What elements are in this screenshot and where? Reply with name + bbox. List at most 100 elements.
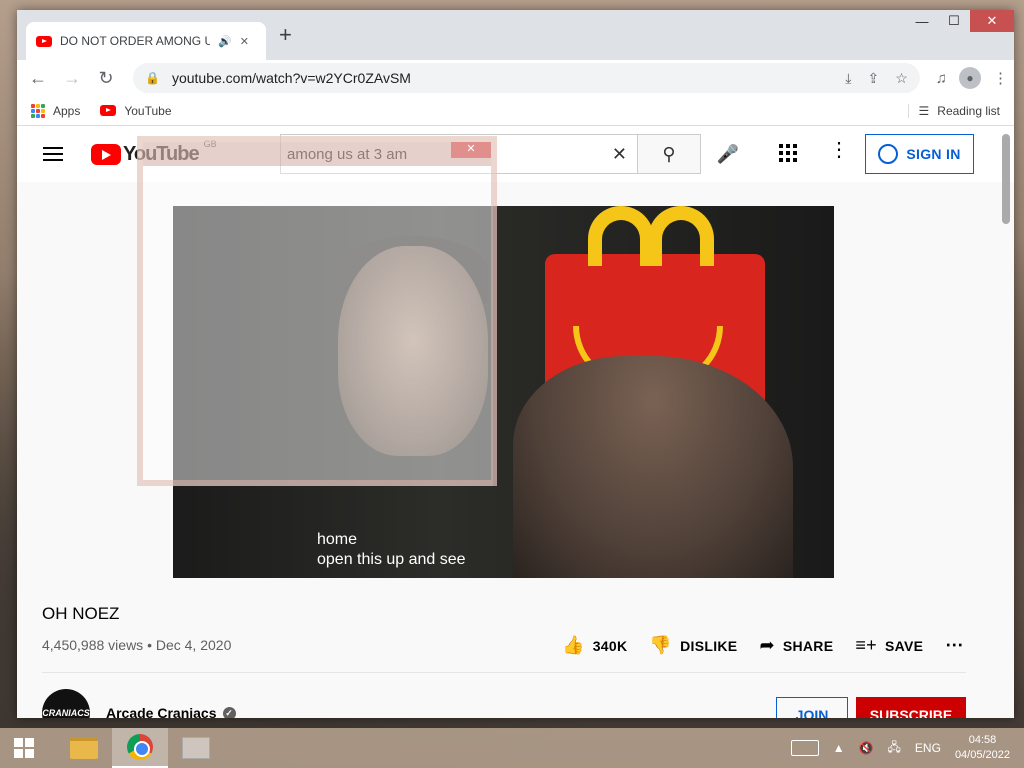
bookmark-youtube-label: YouTube <box>124 103 172 118</box>
thumbs-up-icon: 👍 <box>562 635 585 655</box>
microphone-icon[interactable]: 🎤 <box>710 136 746 172</box>
reading-list-icon: ☰ <box>918 103 930 118</box>
dislike-button[interactable]: 👎 DISLIKE <box>649 635 737 656</box>
url-text[interactable]: youtube.com/watch?v=w2YCr0ZAvSM <box>172 70 411 86</box>
golden-arches-icon <box>588 206 738 266</box>
system-tray: ▲ 🔇 🖧 ENG 04:58 04/05/2022 <box>790 733 1024 763</box>
channel-info: CRANIACS Arcade Craniacs ✓ <box>42 689 236 718</box>
channel-name[interactable]: Arcade Craniacs ✓ <box>106 705 236 718</box>
tab-strip: DO NOT ORDER AMONG US 🔊 ✕ + — ☐ ✕ <box>17 10 1014 60</box>
ghost-app-icon <box>182 737 210 759</box>
ghost-window-titlebar: ✕ <box>143 142 491 166</box>
like-count: 340K <box>592 637 628 654</box>
language-indicator[interactable]: ENG <box>915 741 941 755</box>
bookmark-youtube[interactable]: YouTube <box>100 103 172 118</box>
bookmarks-bar: Apps YouTube ☰ Reading list <box>17 96 1014 126</box>
tab-close-icon[interactable]: ✕ <box>240 35 249 48</box>
section-divider <box>42 672 966 673</box>
apps-grid-icon <box>31 103 45 118</box>
add-to-playlist-icon: ≡+ <box>855 635 877 655</box>
minimize-button[interactable]: — <box>906 10 938 32</box>
settings-menu-icon[interactable]: ⋮ <box>829 140 849 160</box>
youtube-icon <box>100 105 117 116</box>
browser-toolbar: ← → ↻ 🔒 youtube.com/watch?v=w2YCr0ZAvSM … <box>17 60 1014 96</box>
dislike-label: DISLIKE <box>680 637 738 654</box>
search-icon: ⚲ <box>662 143 676 164</box>
clock[interactable]: 04:58 04/05/2022 <box>955 733 1010 763</box>
save-label: SAVE <box>884 637 924 654</box>
address-bar[interactable]: 🔒 youtube.com/watch?v=w2YCr0ZAvSM ⤓ ⇪ ☆ <box>133 63 920 93</box>
profile-avatar-icon[interactable]: ● <box>959 67 981 89</box>
omnibox-actions: ⤓ ⇪ ☆ <box>845 70 908 87</box>
video-meta: 4,450,988 views • Dec 4, 2020 <box>42 637 232 653</box>
media-control-icon[interactable]: ♫ <box>936 70 947 87</box>
window-controls: — ☐ ✕ <box>906 10 1014 32</box>
ghost-app-taskbar-button[interactable] <box>168 728 224 768</box>
share-label: SHARE <box>782 637 834 654</box>
volume-muted-icon[interactable]: 🔇 <box>859 741 874 755</box>
network-icon[interactable]: 🖧 <box>888 738 901 759</box>
menu-icon[interactable] <box>33 134 73 174</box>
thumbs-down-icon: 👎 <box>649 635 673 655</box>
touch-keyboard-icon[interactable] <box>790 740 819 756</box>
windows-logo-icon <box>14 738 34 758</box>
share-page-icon[interactable]: ⇪ <box>867 70 879 87</box>
forward-button[interactable]: → <box>57 63 87 93</box>
verified-badge-icon: ✓ <box>222 706 236 718</box>
page-scrollbar[interactable] <box>1002 126 1010 718</box>
new-tab-button[interactable]: + <box>279 24 292 46</box>
ghost-close-icon: ✕ <box>451 142 491 158</box>
search-button[interactable]: ⚲ <box>637 134 701 174</box>
folder-icon <box>70 737 98 759</box>
share-button[interactable]: ➦ SHARE <box>759 635 833 656</box>
lock-icon[interactable]: 🔒 <box>145 71 160 85</box>
video-captions: home open this up and see <box>317 530 466 570</box>
close-window-button[interactable]: ✕ <box>970 10 1014 32</box>
chrome-taskbar-button[interactable] <box>112 728 168 768</box>
caption-line-2: open this up and see <box>317 551 466 568</box>
sign-in-label: SIGN IN <box>906 146 961 162</box>
youtube-logo-icon <box>91 143 121 165</box>
browser-window: DO NOT ORDER AMONG US 🔊 ✕ + — ☐ ✕ ← → ↻ … <box>17 10 1014 718</box>
scrollbar-thumb[interactable] <box>1002 134 1010 224</box>
join-button[interactable]: JOIN <box>776 697 848 718</box>
video-title: OH NOEZ <box>42 604 120 623</box>
speaker-icon[interactable]: 🔊 <box>218 35 232 48</box>
back-button[interactable]: ← <box>23 63 53 93</box>
bookmark-apps-label: Apps <box>53 103 81 118</box>
reading-list-label: Reading list <box>937 103 1000 118</box>
subscribe-button[interactable]: SUBSCRIBE <box>856 697 966 718</box>
clear-search-icon[interactable]: ✕ <box>612 144 627 165</box>
taskbar: ▲ 🔇 🖧 ENG 04:58 04/05/2022 <box>0 728 1024 768</box>
toolbar-right: ♫ ● ⋮ <box>936 67 1008 89</box>
maximize-button[interactable]: ☐ <box>938 10 970 32</box>
channel-avatar[interactable]: CRANIACS <box>42 689 90 718</box>
like-button[interactable]: 👍 340K <box>562 635 627 656</box>
clock-date: 04/05/2022 <box>954 749 1010 761</box>
reading-list-button[interactable]: ☰ Reading list <box>907 103 1000 118</box>
youtube-favicon-icon <box>36 35 52 47</box>
browser-tab[interactable]: DO NOT ORDER AMONG US 🔊 ✕ <box>26 22 266 60</box>
ghost-window-overlay: ✕ <box>137 136 497 486</box>
install-icon[interactable]: ⤓ <box>845 70 851 87</box>
tab-title: DO NOT ORDER AMONG US <box>60 34 210 48</box>
chrome-icon <box>127 734 153 760</box>
file-explorer-button[interactable] <box>56 728 112 768</box>
sign-in-button[interactable]: SIGN IN <box>865 134 974 174</box>
start-button[interactable] <box>0 728 48 768</box>
youtube-page: YouTube GB among us at 3 am ✕ ⚲ 🎤 ⋮ SIGN… <box>17 126 1014 718</box>
reload-button[interactable]: ↻ <box>91 63 121 93</box>
share-icon: ➦ <box>759 635 775 655</box>
video-actions: 👍 340K 👎 DISLIKE ➦ SHARE ≡+ SAVE ⋯ <box>562 635 964 656</box>
show-hidden-icons-icon[interactable]: ▲ <box>833 741 845 755</box>
bookmark-apps[interactable]: Apps <box>31 103 81 118</box>
caption-line-1: home <box>317 531 358 548</box>
account-icon <box>878 144 899 164</box>
more-actions-icon[interactable]: ⋯ <box>945 635 963 656</box>
star-icon[interactable]: ☆ <box>895 70 908 87</box>
channel-name-text[interactable]: Arcade Craniacs <box>106 705 217 718</box>
youtube-apps-icon[interactable] <box>779 144 797 162</box>
save-button[interactable]: ≡+ SAVE <box>855 635 923 656</box>
chrome-menu-icon[interactable]: ⋮ <box>993 69 1008 87</box>
clock-time: 04:58 <box>968 734 997 746</box>
